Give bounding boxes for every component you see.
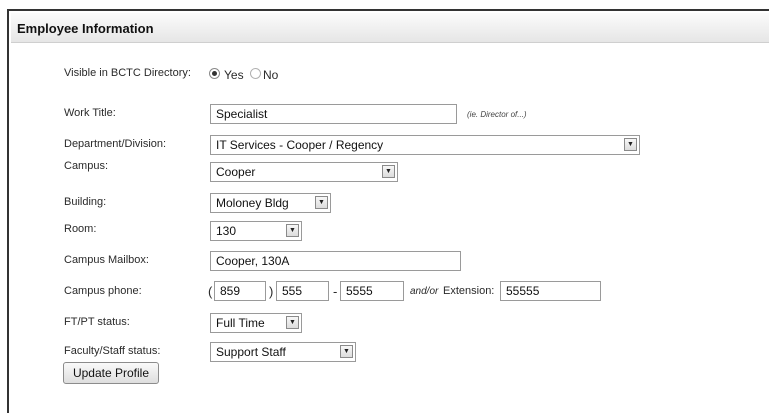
chevron-down-icon[interactable]: ▼ [340,345,353,358]
campus-label: Campus: [64,160,109,172]
faculty-staff-select[interactable]: Support Staff ▼ [210,342,356,362]
work-title-hint: (ie. Director of...) [467,110,527,119]
chevron-down-icon[interactable]: ▼ [382,165,395,178]
directory-label: Visible in BCTC Directory: [64,67,191,79]
work-title-input[interactable]: Specialist [210,104,457,124]
phone-label: Campus phone: [64,285,142,297]
faculty-staff-value: Support Staff [216,345,286,359]
extension-label: Extension: [443,285,495,297]
panel-title: Employee Information [17,21,154,36]
mailbox-label: Campus Mailbox: [64,254,149,266]
extension-input[interactable]: 55555 [500,281,601,301]
room-select[interactable]: 130 ▼ [210,221,302,241]
room-label: Room: [64,223,97,235]
directory-no-radio[interactable] [250,68,261,79]
directory-yes-label[interactable]: Yes [224,68,244,82]
update-profile-button[interactable]: Update Profile [63,362,159,384]
building-label: Building: [64,196,107,208]
campus-value: Cooper [216,165,256,179]
phone-open-paren: ( [208,284,213,299]
directory-yes-radio[interactable] [209,68,220,79]
mailbox-input[interactable]: Cooper, 130A [210,251,461,271]
phone-close-paren: ) [269,284,274,299]
phone-dash: - [333,284,338,299]
phone-area-code-input[interactable]: 859 [214,281,266,301]
faculty-staff-label: Faculty/Staff status: [64,345,161,357]
ftpt-select[interactable]: Full Time ▼ [210,313,302,333]
building-value: Moloney Bldg [216,196,289,210]
campus-select[interactable]: Cooper ▼ [210,162,398,182]
chevron-down-icon[interactable]: ▼ [286,316,299,329]
phone-line-input[interactable]: 5555 [340,281,404,301]
building-select[interactable]: Moloney Bldg ▼ [210,193,331,213]
department-value: IT Services - Cooper / Regency [216,138,384,152]
ftpt-label: FT/PT status: [64,316,130,328]
department-label: Department/Division: [64,138,167,150]
room-value: 130 [216,224,237,238]
phone-prefix-input[interactable]: 555 [276,281,329,301]
chevron-down-icon[interactable]: ▼ [286,224,299,237]
chevron-down-icon[interactable]: ▼ [315,196,328,209]
ftpt-value: Full Time [216,316,265,330]
panel-header: Employee Information [11,13,769,43]
department-select[interactable]: IT Services - Cooper / Regency ▼ [210,135,640,155]
chevron-down-icon[interactable]: ▼ [624,138,637,151]
phone-andor-text: and/or [410,286,439,297]
work-title-label: Work Title: [64,107,116,119]
directory-no-label[interactable]: No [263,68,278,82]
